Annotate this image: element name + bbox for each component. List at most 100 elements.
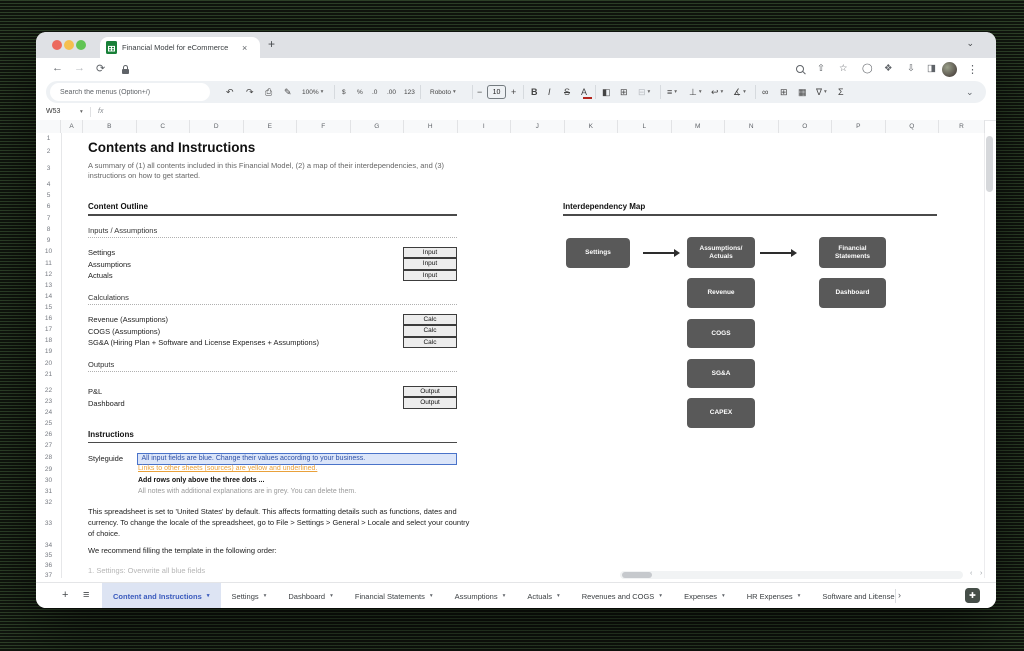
sheet-tab-settings[interactable]: Settings▾	[221, 583, 278, 608]
row-header-30[interactable]: 30	[36, 477, 61, 484]
borders-icon[interactable]: ⊞	[620, 81, 628, 103]
font-size-input[interactable]: 10	[487, 85, 506, 99]
column-header-O[interactable]: O	[779, 120, 833, 133]
reload-icon[interactable]: ⟳	[96, 62, 105, 75]
sheet-tab-assumptions[interactable]: Assumptions▾	[444, 583, 517, 608]
side-panel-icon[interactable]: ◨	[927, 63, 936, 74]
row-header-25[interactable]: 25	[36, 420, 61, 427]
insert-comment-icon[interactable]: ⊞	[780, 81, 788, 103]
tab-scroll-left-icon[interactable]: ‹	[874, 590, 877, 600]
zoom-window-button[interactable]	[76, 40, 86, 50]
currency-format-icon[interactable]: $	[342, 81, 346, 103]
column-header-P[interactable]: P	[832, 120, 886, 133]
tab-search-chevron-icon[interactable]: ⌄	[966, 38, 974, 49]
column-header-M[interactable]: M	[672, 120, 726, 133]
font-select[interactable]: Roboto▾	[430, 81, 456, 103]
row-header-17[interactable]: 17	[36, 326, 61, 333]
column-header-Q[interactable]: Q	[886, 120, 940, 133]
decrease-font-size-icon[interactable]: −	[477, 81, 482, 103]
calc-tag-button[interactable]: Calc	[403, 337, 457, 349]
increase-font-size-icon[interactable]: +	[511, 81, 516, 103]
row-header-26[interactable]: 26	[36, 431, 61, 438]
calc-tag-button[interactable]: Calc	[403, 325, 457, 337]
text-rotation-icon[interactable]: ∡▾	[733, 81, 746, 103]
vertical-align-icon[interactable]: ⊥▾	[689, 81, 702, 103]
fill-color-icon[interactable]: ◧	[602, 81, 611, 103]
input-tag-button[interactable]: Input	[403, 270, 457, 282]
sheet-tab-revenues-and-cogs[interactable]: Revenues and COGS▾	[571, 583, 673, 608]
zoom-search-icon[interactable]	[796, 65, 804, 73]
search-menus-input[interactable]	[50, 83, 210, 101]
strikethrough-icon[interactable]: S	[564, 81, 570, 103]
sheet-tab-financial-statements[interactable]: Financial Statements▾	[344, 583, 444, 608]
row-header-19[interactable]: 19	[36, 348, 61, 355]
text-wrap-icon[interactable]: ↩▾	[711, 81, 723, 103]
output-tag-button[interactable]: Output	[403, 386, 457, 398]
row-header-27[interactable]: 27	[36, 442, 61, 449]
column-header-J[interactable]: J	[511, 120, 565, 133]
browser-menu-icon[interactable]: ⋮	[967, 63, 978, 76]
row-header-13[interactable]: 13	[36, 282, 61, 289]
close-window-button[interactable]	[52, 40, 62, 50]
row-header-24[interactable]: 24	[36, 409, 61, 416]
row-header-9[interactable]: 9	[36, 237, 61, 244]
column-header-C[interactable]: C	[137, 120, 191, 133]
column-header-R[interactable]: R	[939, 120, 985, 133]
sheet-tab-actuals[interactable]: Actuals▾	[516, 583, 570, 608]
column-header-E[interactable]: E	[244, 120, 298, 133]
more-formats-icon[interactable]: 123	[404, 81, 415, 103]
styleguide-yellow-link[interactable]: Links to other sheets (sources) are yell…	[138, 465, 317, 472]
italic-icon[interactable]: I	[548, 81, 551, 103]
row-header-15[interactable]: 15	[36, 304, 61, 311]
new-tab-button[interactable]: +	[268, 37, 275, 51]
column-header-D[interactable]: D	[190, 120, 244, 133]
row-header-4[interactable]: 4	[36, 181, 61, 188]
row-header-7[interactable]: 7	[36, 215, 61, 222]
sheet-tab-hr-expenses[interactable]: HR Expenses▾	[736, 583, 812, 608]
profile-avatar[interactable]	[942, 62, 957, 77]
back-icon[interactable]: ←	[52, 62, 63, 74]
name-box-dropdown-icon[interactable]: ▾	[80, 109, 83, 115]
share-icon[interactable]: ⇧	[817, 63, 825, 74]
name-box[interactable]: W53	[46, 108, 60, 115]
sheet-tab-content-and-instructions[interactable]: Content and Instructions▾	[102, 583, 221, 608]
download-icon[interactable]: ⇩	[907, 63, 915, 74]
row-header-20[interactable]: 20	[36, 360, 61, 367]
insert-chart-icon[interactable]: ▦	[798, 81, 807, 103]
row-header-33[interactable]: 33	[36, 520, 61, 527]
select-all-corner[interactable]	[36, 120, 61, 133]
row-header-36[interactable]: 36	[36, 562, 61, 569]
horizontal-scroll-thumb[interactable]	[622, 572, 652, 578]
horizontal-scrollbar[interactable]	[620, 571, 963, 579]
row-header-32[interactable]: 32	[36, 499, 61, 506]
row-header-16[interactable]: 16	[36, 315, 61, 322]
column-header-K[interactable]: K	[565, 120, 619, 133]
row-header-23[interactable]: 23	[36, 398, 61, 405]
row-header-5[interactable]: 5	[36, 192, 61, 199]
bookmark-star-icon[interactable]: ☆	[839, 63, 848, 74]
row-header-12[interactable]: 12	[36, 271, 61, 278]
column-header-N[interactable]: N	[725, 120, 779, 133]
row-header-8[interactable]: 8	[36, 226, 61, 233]
row-header-37[interactable]: 37	[36, 572, 61, 578]
row-header-10[interactable]: 10	[36, 248, 61, 255]
output-tag-button[interactable]: Output	[403, 397, 457, 409]
minimize-window-button[interactable]	[64, 40, 74, 50]
column-header-L[interactable]: L	[618, 120, 672, 133]
scroll-left-icon[interactable]: ‹	[970, 570, 972, 577]
calc-tag-button[interactable]: Calc	[403, 314, 457, 326]
input-tag-button[interactable]: Input	[403, 247, 457, 259]
redo-icon[interactable]: ↷	[246, 81, 254, 103]
sheet-tab-expenses[interactable]: Expenses▾	[673, 583, 736, 608]
row-header-11[interactable]: 11	[36, 260, 61, 267]
column-header-G[interactable]: G	[351, 120, 405, 133]
close-tab-icon[interactable]: ×	[242, 43, 247, 53]
sheet-tab-software-and-license[interactable]: Software and License	[811, 583, 894, 608]
merge-cells-icon[interactable]: ⊟▾	[638, 81, 650, 103]
decrease-decimals-icon[interactable]: .0	[372, 81, 377, 103]
column-header-F[interactable]: F	[297, 120, 351, 133]
row-header-35[interactable]: 35	[36, 552, 61, 559]
row-header-21[interactable]: 21	[36, 371, 61, 378]
column-header-A[interactable]: A	[61, 120, 83, 133]
insert-link-icon[interactable]: ∞	[762, 81, 768, 103]
